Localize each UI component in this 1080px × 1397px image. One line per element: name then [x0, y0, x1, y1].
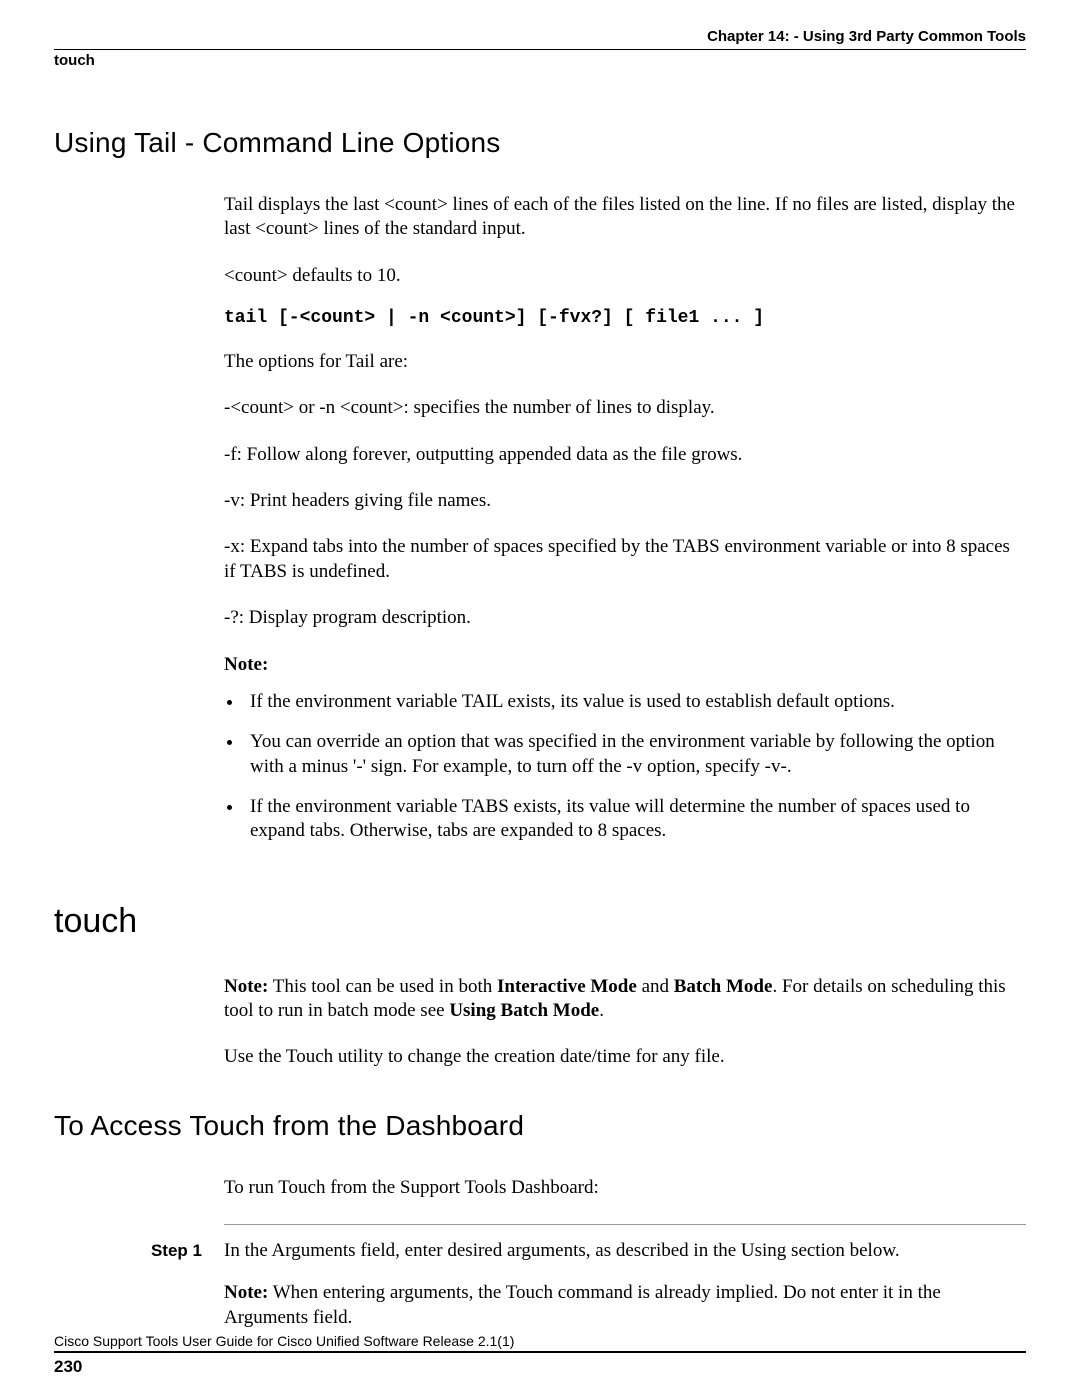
page-footer: Cisco Support Tools User Guide for Cisco… — [54, 1333, 1026, 1377]
access-body: To run Touch from the Support Tools Dash… — [224, 1176, 1024, 1200]
footer-doc-title: Cisco Support Tools User Guide for Cisco… — [54, 1333, 1026, 1349]
running-head: touch — [54, 52, 1026, 69]
step-1-text: In the Arguments field, enter desired ar… — [224, 1239, 1026, 1263]
header-rule — [54, 49, 1026, 50]
access-intro: To run Touch from the Support Tools Dash… — [224, 1176, 1024, 1200]
section-heading-tail: Using Tail - Command Line Options — [54, 127, 1026, 159]
section-heading-access: To Access Touch from the Dashboard — [54, 1110, 1026, 1142]
step-1-note-label: Note: — [224, 1282, 268, 1303]
tail-intro-1: Tail displays the last <count> lines of … — [224, 193, 1024, 242]
touch-note-batch: Batch Mode — [674, 976, 773, 997]
footer-page-number: 230 — [54, 1357, 1026, 1377]
tail-opt-question: -?: Display program description. — [224, 606, 1024, 630]
tail-opt-x: -x: Expand tabs into the number of space… — [224, 535, 1024, 584]
touch-note-seg4: . — [599, 1000, 604, 1021]
step-divider — [224, 1224, 1026, 1225]
tail-note-2: You can override an option that was spec… — [244, 730, 1024, 779]
note-label: Note: — [224, 976, 268, 997]
section-heading-touch: touch — [54, 902, 1026, 941]
tail-opt-count: -<count> or -n <count>: specifies the nu… — [224, 396, 1024, 420]
tail-body: Tail displays the last <count> lines of … — [224, 193, 1024, 844]
tail-opt-f: -f: Follow along forever, outputting app… — [224, 443, 1024, 467]
page: Chapter 14: - Using 3rd Party Common Too… — [0, 0, 1080, 1397]
tail-options-intro: The options for Tail are: — [224, 350, 1024, 374]
touch-desc: Use the Touch utility to change the crea… — [224, 1045, 1024, 1069]
step-1-label: Step 1 — [54, 1239, 224, 1330]
touch-note-seg2: and — [637, 976, 674, 997]
chapter-header: Chapter 14: - Using 3rd Party Common Too… — [54, 28, 1026, 45]
footer-rule — [54, 1351, 1026, 1353]
touch-note-seg1: This tool can be used in both — [268, 976, 497, 997]
tail-intro-2: <count> defaults to 10. — [224, 264, 1024, 288]
touch-note-using-batch: Using Batch Mode — [449, 1000, 599, 1021]
touch-body: Note: This tool can be used in both Inte… — [224, 975, 1024, 1070]
tail-note-1: If the environment variable TAIL exists,… — [244, 690, 1024, 714]
step-1-note: Note: When entering arguments, the Touch… — [224, 1281, 1026, 1330]
touch-note-interactive: Interactive Mode — [497, 976, 637, 997]
step-1-body: In the Arguments field, enter desired ar… — [224, 1239, 1026, 1330]
step-1-row: Step 1 In the Arguments field, enter des… — [54, 1239, 1026, 1330]
tail-opt-v: -v: Print headers giving file names. — [224, 489, 1024, 513]
tail-note-3: If the environment variable TABS exists,… — [244, 795, 1024, 844]
touch-mode-note: Note: This tool can be used in both Inte… — [224, 975, 1024, 1024]
tail-syntax: tail [-<count> | -n <count>] [-fvx?] [ f… — [224, 308, 1024, 328]
tail-notes-list: If the environment variable TAIL exists,… — [224, 690, 1024, 844]
step-1-note-rest: When entering arguments, the Touch comma… — [224, 1282, 941, 1327]
tail-notes-label: Note: — [224, 654, 1024, 676]
